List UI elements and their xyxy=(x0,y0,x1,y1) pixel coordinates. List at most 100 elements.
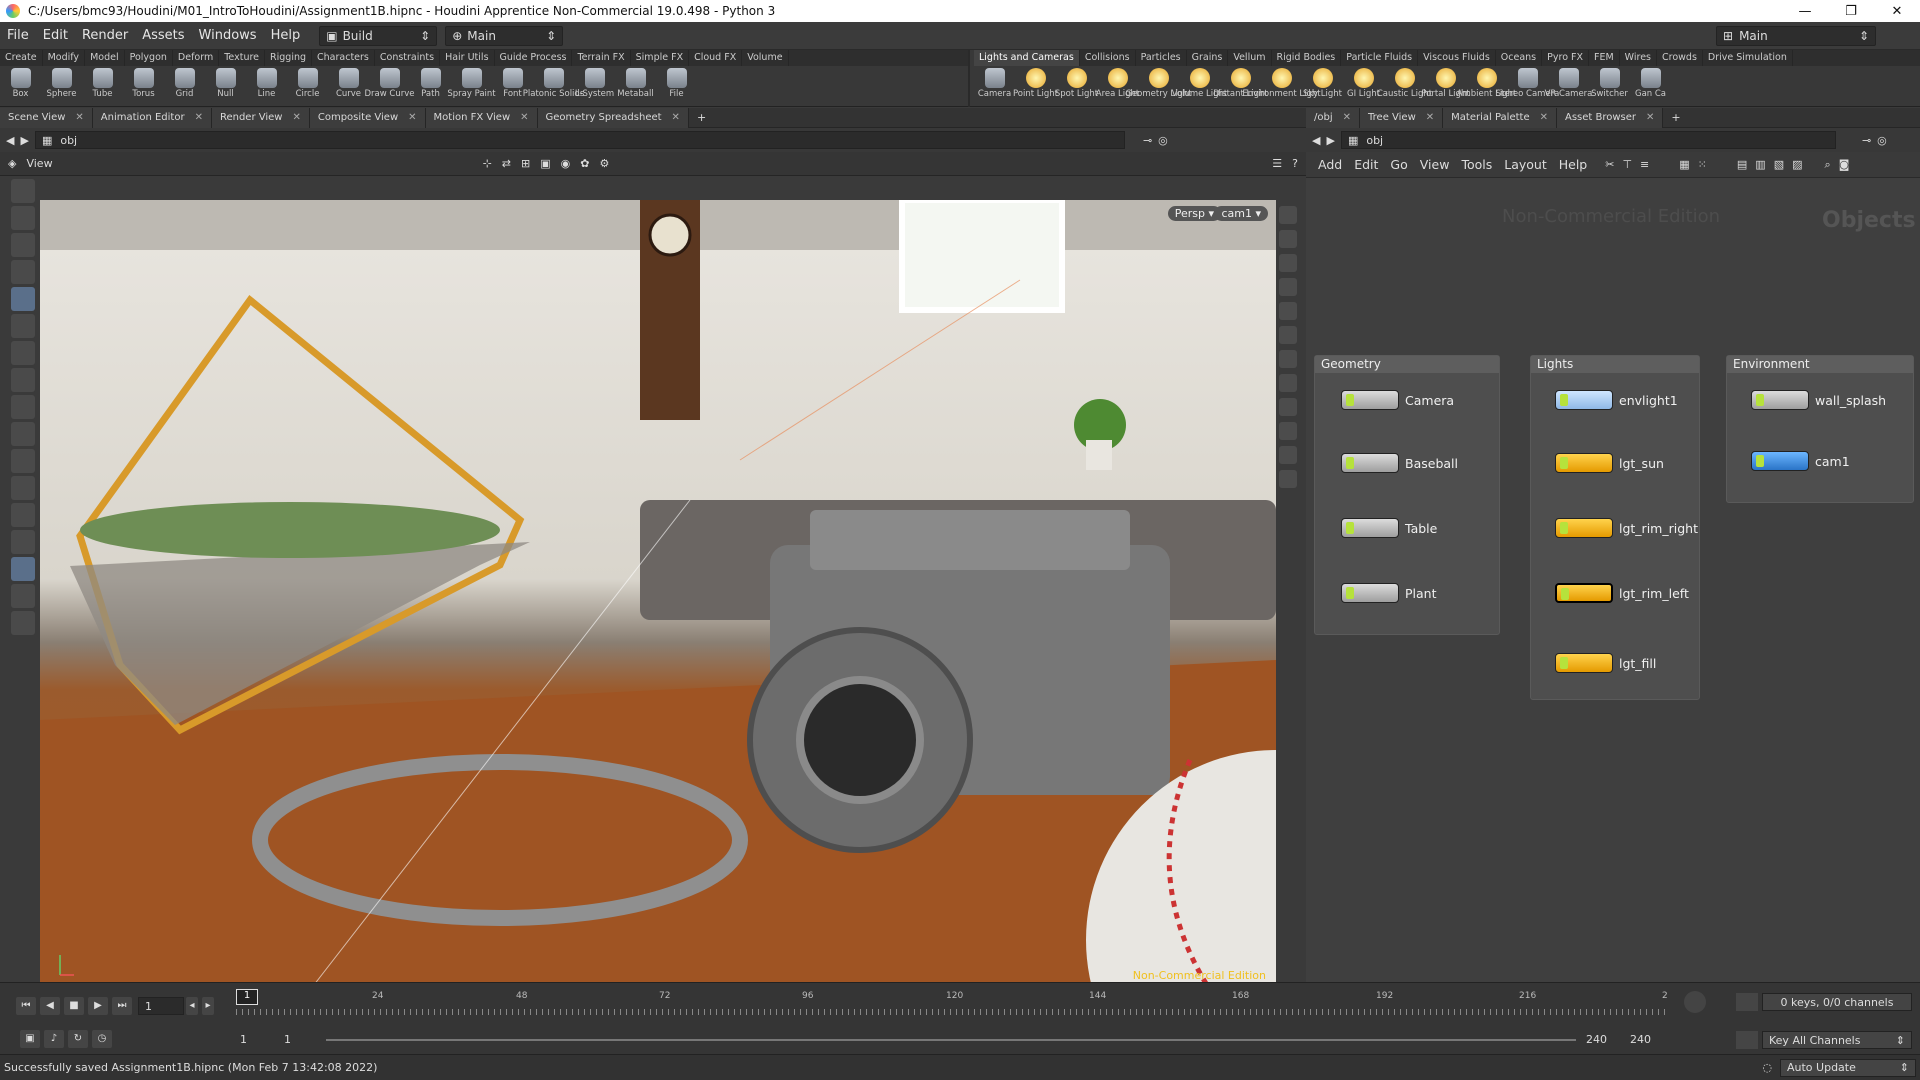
start-frame[interactable]: 1 xyxy=(240,1033,247,1046)
shelf-left-tab[interactable]: Polygon xyxy=(125,50,173,66)
camera-tool-icon[interactable] xyxy=(11,557,35,581)
view-tool-icon[interactable] xyxy=(11,179,35,203)
start-frame-2[interactable]: 1 xyxy=(284,1033,291,1046)
shelf-left-tab[interactable]: Hair Utils xyxy=(440,50,495,66)
light-tool-icon[interactable] xyxy=(11,584,35,608)
back-arrow-icon[interactable]: ◀ xyxy=(1312,134,1320,147)
tree-icon[interactable]: ⊤ xyxy=(1622,158,1632,171)
node-lgt-rim-right[interactable]: lgt_rim_right xyxy=(1555,518,1698,538)
shelf-right-tool[interactable]: Stereo Camera xyxy=(1496,66,1559,99)
clock-icon[interactable]: ◷ xyxy=(92,1030,112,1048)
shelf-left-tool[interactable]: File xyxy=(656,66,697,99)
timeline-ruler[interactable]: 1 24 48 72 96 120 144 168 192 216 2 xyxy=(236,989,1668,1029)
shelf-left-tool[interactable]: Box xyxy=(0,66,41,99)
grid-icon[interactable]: ▦ xyxy=(1679,158,1689,171)
realtime-icon[interactable]: ▣ xyxy=(20,1030,40,1048)
shelf-right-tab[interactable]: Grains xyxy=(1187,50,1229,66)
menu-render[interactable]: Render xyxy=(75,28,135,43)
close-icon[interactable]: ✕ xyxy=(1426,112,1434,123)
add-tab-icon[interactable]: + xyxy=(697,111,706,124)
node-lgt-sun[interactable]: lgt_sun xyxy=(1555,453,1664,473)
menu-edit[interactable]: Edit xyxy=(36,28,75,43)
shelf-right-tab[interactable]: Rigid Bodies xyxy=(1272,50,1342,66)
right-pane-tab[interactable]: /obj ✕ xyxy=(1306,107,1361,128)
prev-key-icon[interactable]: ◂ xyxy=(186,997,198,1015)
select-tool-icon[interactable] xyxy=(11,260,35,284)
shelf-left-tab[interactable]: Texture xyxy=(219,50,266,66)
menu-windows[interactable]: Windows xyxy=(192,28,264,43)
shelf-left-tab[interactable]: Deform xyxy=(173,50,220,66)
close-icon[interactable]: ✕ xyxy=(408,112,416,123)
shelf-left-tool[interactable]: Platonic Solids xyxy=(523,66,584,99)
shelf-left-tool[interactable]: Curve xyxy=(328,66,369,99)
auto-update-select[interactable]: Auto Update ⇕ xyxy=(1780,1058,1916,1077)
jump-start-icon[interactable]: ⏮ xyxy=(16,997,36,1015)
shelf-right-tab[interactable]: Viscous Fluids xyxy=(1418,50,1496,66)
snap-point-icon[interactable] xyxy=(11,503,35,527)
left-pane-tab[interactable]: Geometry Spreadsheet ✕ xyxy=(537,107,689,128)
snap-grid-icon[interactable] xyxy=(11,449,35,473)
handle-tool-icon[interactable] xyxy=(11,206,35,230)
audio-icon[interactable]: ♪ xyxy=(44,1030,64,1048)
shelf-left-tab[interactable]: Cloud FX xyxy=(689,50,743,66)
right-desktop-select[interactable]: ⊞ Main ⇕ xyxy=(1716,25,1876,46)
range-slider[interactable] xyxy=(326,1039,1576,1041)
shelf-left-tab[interactable]: Simple FX xyxy=(631,50,690,66)
help-icon[interactable]: ? xyxy=(1292,157,1298,170)
link-icon[interactable]: ◎ xyxy=(1877,134,1887,147)
close-icon[interactable]: ✕ xyxy=(1343,112,1351,123)
shelf-right-tab[interactable]: Collisions xyxy=(1080,50,1136,66)
right-path-field[interactable]: ▦ obj xyxy=(1340,131,1836,149)
snap-icon[interactable]: ⊹ xyxy=(483,157,492,170)
shelf-right-tab[interactable]: Wires xyxy=(1620,50,1657,66)
camera-lock-icon[interactable]: ▣ xyxy=(540,157,550,170)
image-icon[interactable]: ▧ xyxy=(1774,158,1784,171)
grid-snap-icon[interactable]: ⊞ xyxy=(521,157,530,170)
node-baseball[interactable]: Baseball xyxy=(1341,453,1458,473)
shelf-left-tab[interactable]: Constraints xyxy=(375,50,441,66)
close-button[interactable]: ✕ xyxy=(1874,4,1920,19)
shelf-left-tool[interactable]: Tube xyxy=(82,66,123,99)
rotate-tool-icon[interactable] xyxy=(11,341,35,365)
bone-tool-icon[interactable] xyxy=(11,395,35,419)
magnet-icon[interactable] xyxy=(11,530,35,554)
shelf-right-tab[interactable]: FEM xyxy=(1589,50,1620,66)
render-icon[interactable]: ✿ xyxy=(580,157,589,170)
network-box-lights[interactable]: Lights envlight1 lgt_sun lgt_rim_right l… xyxy=(1530,355,1700,700)
end-frame[interactable]: 240 xyxy=(1586,1033,1607,1046)
add-tab-icon[interactable]: + xyxy=(1671,111,1680,124)
shelf-right-tool[interactable]: Caustic Light xyxy=(1377,66,1432,99)
shelf-right-tab[interactable]: Particles xyxy=(1136,50,1187,66)
move-tool-icon[interactable] xyxy=(11,314,35,338)
point-display-icon[interactable] xyxy=(1279,398,1297,416)
net-menu-tools[interactable]: Tools xyxy=(1455,157,1498,172)
scale-tool-icon[interactable] xyxy=(11,368,35,392)
shelf-right-tab[interactable]: Drive Simulation xyxy=(1703,50,1793,66)
align-tool-icon[interactable] xyxy=(11,422,35,446)
node-lgt-fill[interactable]: lgt_fill xyxy=(1555,653,1656,673)
pin-icon[interactable]: ⊸ xyxy=(1143,134,1152,147)
shelf-left-tool[interactable]: Circle xyxy=(287,66,328,99)
shelf-right-tool[interactable]: Environment Light xyxy=(1242,66,1321,99)
step-back-icon[interactable]: ◀ xyxy=(40,997,60,1015)
left-pane-tab[interactable]: Animation Editor ✕ xyxy=(92,107,212,128)
persp-menu[interactable]: Persp ▾ xyxy=(1167,206,1221,221)
shelf-left-tool[interactable]: Torus xyxy=(123,66,164,99)
dots-grid-icon[interactable]: ⁙ xyxy=(1698,158,1707,171)
jump-end-icon[interactable]: ⏭ xyxy=(112,997,132,1015)
wrench-icon[interactable]: ✂ xyxy=(1605,158,1614,171)
menu-assets[interactable]: Assets xyxy=(135,28,191,43)
template-icon[interactable] xyxy=(1279,374,1297,392)
net-menu-view[interactable]: View xyxy=(1414,157,1456,172)
shelf-left-tool[interactable]: Spray Paint xyxy=(447,66,496,99)
back-arrow-icon[interactable]: ◀ xyxy=(6,134,14,147)
shelf-left-tab[interactable]: Model xyxy=(85,50,125,66)
camera-icon[interactable]: ◙ xyxy=(1839,158,1850,171)
shelf-right-tool[interactable]: Gan Ca xyxy=(1630,66,1671,99)
sticky-icon[interactable]: ▥ xyxy=(1755,158,1765,171)
keys-icon[interactable] xyxy=(1736,993,1758,1011)
net-menu-layout[interactable]: Layout xyxy=(1498,157,1553,172)
left-pane-tab[interactable]: Scene View ✕ xyxy=(0,107,93,128)
shelf-right-tab[interactable]: Crowds xyxy=(1657,50,1703,66)
search-icon[interactable]: ⌕ xyxy=(1825,158,1831,172)
